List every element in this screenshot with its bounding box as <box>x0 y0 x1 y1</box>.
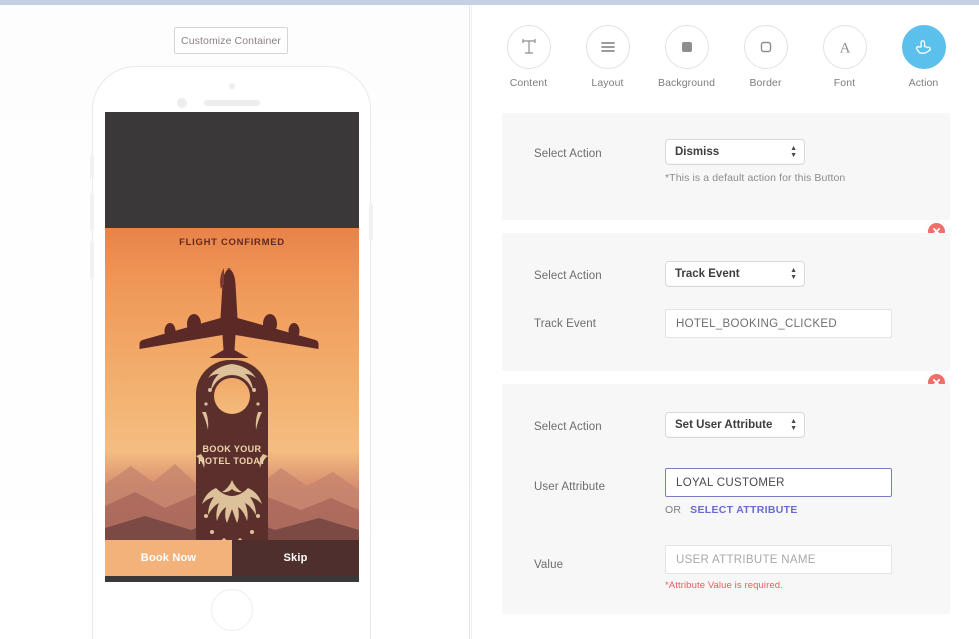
card-1-default-action-hint: *This is a default action for this Butto… <box>665 172 846 184</box>
card-3-action-select[interactable]: Set User Attribute Dismiss Track Event <box>665 412 805 438</box>
door-hanger-tag: BOOK YOUR HOTEL TODAY <box>196 360 268 550</box>
tag-text: BOOK YOUR HOTEL TODAY <box>196 443 268 467</box>
lines-layout-icon <box>585 25 630 69</box>
app-root: Customize Container FLIGHT CONFIRMED BOO… <box>0 0 979 639</box>
phone-earpiece-icon <box>203 100 260 106</box>
action-card-1: Select Action Dismiss Track Event Set Us… <box>502 113 950 220</box>
card-3-value-input[interactable] <box>665 545 892 574</box>
phone-power-button <box>369 203 373 241</box>
phone-camera-icon <box>177 98 187 108</box>
tab-font[interactable]: A Font <box>814 25 876 89</box>
tag-line-1: BOOK YOUR <box>202 444 262 454</box>
book-now-button[interactable]: Book Now <box>105 540 232 576</box>
preview-panel: Customize Container FLIGHT CONFIRMED BOO… <box>0 5 470 639</box>
card-3-or-row: OR SELECT ATTRIBUTE <box>665 504 798 516</box>
card-3-user-attribute-label: User Attribute <box>534 481 606 493</box>
card-3-action-select-wrap: Set User Attribute Dismiss Track Event ▲… <box>665 412 805 438</box>
campaign-creative: FLIGHT CONFIRMED BOOK YOUR HOTEL TODAY B… <box>105 228 359 576</box>
tab-border[interactable]: Border <box>735 25 797 89</box>
card-3-value-error: *Attribute Value is required. <box>665 580 783 591</box>
skip-button[interactable]: Skip <box>232 540 359 576</box>
card-3-user-attribute-input[interactable] <box>665 468 892 497</box>
tab-background-label: Background <box>657 77 716 89</box>
phone-home-button <box>210 589 253 631</box>
card-2-action-select[interactable]: Track Event Dismiss Set User Attribute <box>665 261 805 287</box>
phone-volume-up-button <box>90 193 94 231</box>
action-cards-list: Select Action Dismiss Track Event Set Us… <box>472 113 979 627</box>
card-3-value-label: Value <box>534 559 564 571</box>
select-attribute-link[interactable]: SELECT ATTRIBUTE <box>690 504 797 516</box>
filled-square-icon <box>664 25 709 69</box>
tab-border-label: Border <box>749 77 782 89</box>
action-card-3: Select Action Set User Attribute Dismiss… <box>502 384 950 614</box>
action-card-2: Select Action Track Event Dismiss Set Us… <box>502 233 950 371</box>
card-2-track-event-label: Track Event <box>534 318 597 330</box>
tag-hole-graphic <box>214 378 250 414</box>
tab-content-label: Content <box>509 77 548 89</box>
tab-action[interactable]: Action <box>893 25 955 89</box>
card-1-action-select[interactable]: Dismiss Track Event Set User Attribute <box>665 139 805 165</box>
creative-headline: FLIGHT CONFIRMED <box>179 237 285 248</box>
tab-layout-label: Layout <box>591 77 624 89</box>
outline-square-icon <box>743 25 788 69</box>
letter-a-icon: A <box>822 25 867 69</box>
tab-action-label: Action <box>908 77 939 89</box>
action-card-2-wrapper: Select Action Track Event Dismiss Set Us… <box>472 221 979 371</box>
editor-toolbar: Content Layout Background Border A Font … <box>472 5 979 113</box>
action-card-1-wrapper: Select Action Dismiss Track Event Set Us… <box>472 113 979 220</box>
creative-cta-row: Book Now Skip <box>105 540 359 576</box>
card-2-track-event-input[interactable] <box>665 309 892 338</box>
phone-mockup: FLIGHT CONFIRMED BOOK YOUR HOTEL TODAY B… <box>90 66 373 639</box>
action-card-3-wrapper: Select Action Set User Attribute Dismiss… <box>472 372 979 614</box>
tab-font-label: Font <box>833 77 856 89</box>
tab-layout[interactable]: Layout <box>577 25 639 89</box>
phone-mute-switch <box>90 155 94 179</box>
card-3-user-attribute-input-wrap <box>665 468 892 497</box>
pointing-hand-icon <box>901 25 946 69</box>
tab-background[interactable]: Background <box>656 25 718 89</box>
preview-panel-inner: Customize Container FLIGHT CONFIRMED BOO… <box>0 5 469 639</box>
card-2-action-select-wrap: Track Event Dismiss Set User Attribute ▲… <box>665 261 805 287</box>
card-2-select-action-label: Select Action <box>534 270 602 282</box>
tag-line-2: HOTEL TODAY <box>198 456 266 466</box>
card-3-select-action-label: Select Action <box>534 421 602 433</box>
text-format-icon <box>506 25 551 69</box>
card-3-or-text: OR <box>665 504 682 516</box>
phone-sensor-icon <box>228 83 235 89</box>
settings-panel: Content Layout Background Border A Font … <box>471 5 979 639</box>
tab-content[interactable]: Content <box>498 25 560 89</box>
card-2-track-event-input-wrap <box>665 309 892 338</box>
airplane-silhouette-icon <box>139 268 319 358</box>
card-3-value-input-wrap <box>665 545 892 574</box>
card-1-action-select-wrap: Dismiss Track Event Set User Attribute ▲… <box>665 139 805 165</box>
phone-screen: FLIGHT CONFIRMED BOOK YOUR HOTEL TODAY B… <box>105 112 359 582</box>
customize-container-button[interactable]: Customize Container <box>174 27 288 54</box>
phone-volume-down-button <box>90 241 94 279</box>
svg-text:A: A <box>839 41 850 57</box>
card-1-select-action-label: Select Action <box>534 148 602 160</box>
